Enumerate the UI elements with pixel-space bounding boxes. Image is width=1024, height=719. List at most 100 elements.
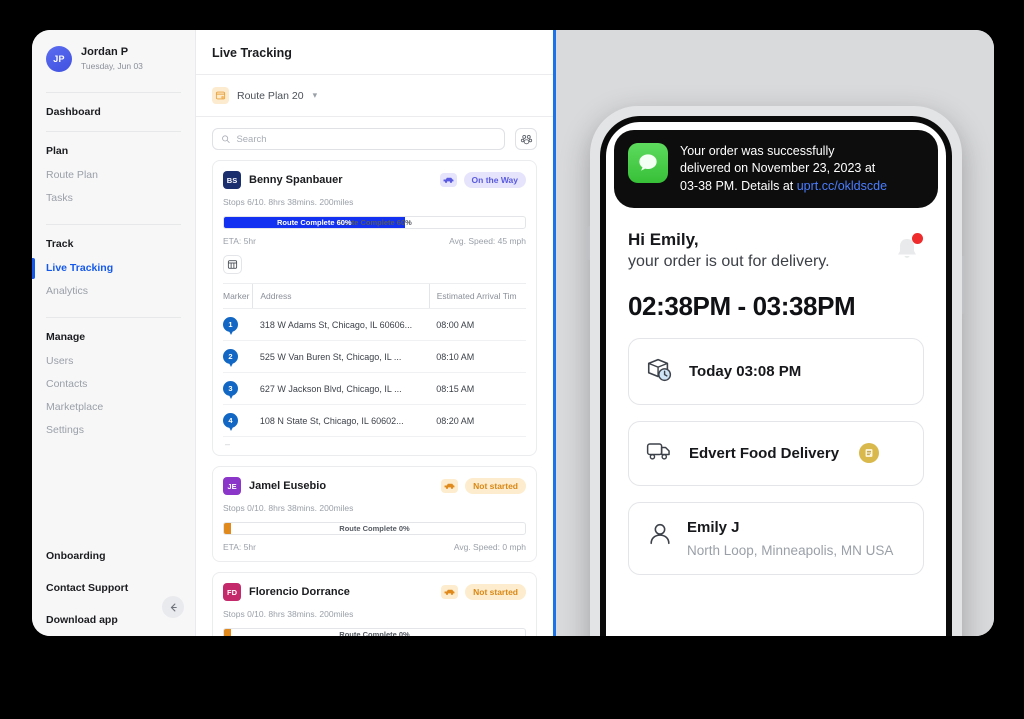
sidebar-item-users[interactable]: Users [46, 350, 181, 373]
receipt-coin-icon [859, 443, 880, 464]
avatar: JP [46, 46, 72, 72]
driver-avatar: BS [223, 171, 241, 189]
table-view-button[interactable] [223, 255, 242, 274]
sidebar-item-dashboard[interactable]: Dashboard [46, 93, 181, 125]
stops-table-header-row: Marker Address Estimated Arrival Tim [223, 283, 526, 309]
sidebar-item-download-app[interactable]: Download app [46, 604, 181, 636]
map-marker-icon: 1 [223, 317, 238, 332]
chevron-down-icon: ▾ [312, 90, 318, 100]
stop-address: 108 N State St, Chicago, IL 60602... [252, 404, 430, 437]
stop-marker-cell: 2 [223, 340, 253, 373]
progress-label: Route Complete 0% [339, 630, 410, 636]
driver-name: Benny Spanbauer [249, 174, 343, 186]
sidebar-item-onboarding[interactable]: Onboarding [46, 540, 181, 572]
table-row[interactable]: 3 627 W Jackson Blvd, Chicago, IL ... 08… [223, 372, 526, 405]
van-icon [439, 173, 457, 187]
route-progress-bar: Route Complete 60% Route Complete 60% [223, 216, 526, 229]
sidebar-bottom-nav: Onboarding Contact Support Download app [32, 540, 195, 636]
stop-eta: 08:00 AM [429, 308, 526, 341]
table-row[interactable]: 2 525 W Van Buren St, Chicago, IL ... 08… [223, 340, 526, 373]
profile-name: Jordan P [81, 46, 129, 59]
delivery-time-card[interactable]: Today 03:08 PM [628, 337, 924, 405]
sidebar-group-title-track: Track [46, 238, 74, 250]
driver-card[interactable]: JE Jamel Eusebio Not started Stops 0/10.… [212, 466, 537, 562]
recipient-card[interactable]: Emily J North Loop, Minneapolis, MN USA [628, 501, 924, 575]
filter-button[interactable] [515, 128, 537, 150]
driver-card-footer: ETA: 5hr Avg. Speed: 0 mph [223, 542, 526, 561]
recipient-address: North Loop, Minneapolis, MN USA [687, 542, 894, 558]
stop-address: 525 W Van Buren St, Chicago, IL ... [252, 340, 430, 373]
sidebar-collapse-button[interactable] [162, 596, 184, 618]
stop-eta: 08:10 AM [429, 340, 526, 373]
driver-card[interactable]: BS Benny Spanbauer On the Way Stops 6/10… [212, 160, 537, 456]
notification-dot [912, 232, 923, 244]
main-panel: Live Tracking Route Plan 20 ▾ Search BS … [196, 30, 556, 636]
phone-bezel: Your order was successfully delivered on… [600, 116, 952, 636]
sidebar-item-live-tracking[interactable]: Live Tracking [32, 257, 181, 280]
driver-card-header: FD Florencio Dorrance Not started [223, 583, 526, 601]
profile-block[interactable]: JP Jordan P Tuesday, Jun 03 [32, 30, 195, 86]
arrow-left-icon [170, 603, 177, 611]
notification-line-3: 03-38 PM. Details at uprt.cc/okldscde [680, 178, 887, 195]
push-notification[interactable]: Your order was successfully delivered on… [614, 130, 938, 208]
stop-eta: 08:15 AM [429, 372, 526, 405]
van-icon [441, 585, 459, 599]
driver-card[interactable]: FD Florencio Dorrance Not started Stops … [212, 572, 537, 636]
stop-marker-cell: 1 [223, 308, 253, 341]
search-input[interactable] [236, 133, 496, 145]
greeting-message: your order is out for delivery. [628, 252, 830, 270]
driver-meta: Stops 0/10. 8hrs 38mins. 200miles [223, 503, 354, 513]
route-plan-selector[interactable]: Route Plan 20 ▾ [196, 75, 553, 117]
table-row[interactable]: 4 108 N State St, Chicago, IL 60602... 0… [223, 404, 526, 437]
sidebar-item-contacts[interactable]: Contacts [46, 373, 181, 396]
sidebar-item-route-plan[interactable]: Route Plan [46, 164, 181, 187]
driver-card-footer: ETA: 5hr Avg. Speed: 45 mph [223, 236, 526, 255]
driver-avatar: JE [223, 477, 241, 495]
notification-link[interactable]: uprt.cc/okldscde [797, 179, 887, 193]
column-header-eta: Estimated Arrival Tim [428, 283, 526, 309]
sidebar-item-contact-support[interactable]: Contact Support [46, 572, 181, 604]
page-title: Live Tracking [212, 46, 292, 60]
column-header-marker: Marker [223, 283, 253, 309]
phone-preview-pane: Your order was successfully delivered on… [556, 30, 994, 636]
progress-label: Route Complete 0% [339, 524, 410, 533]
sidebar-group-title-manage: Manage [46, 331, 86, 343]
map-marker-icon: 3 [223, 381, 238, 396]
greeting-row: Hi Emily, your order is out for delivery… [628, 230, 924, 271]
search-box[interactable] [212, 128, 505, 150]
status-badge: Not started [465, 584, 526, 600]
route-plan-label: Route Plan 20 [237, 89, 304, 102]
sidebar-group-manage: Manage Users Contacts Marketplace Settin… [32, 311, 195, 442]
sidebar-item-settings[interactable]: Settings [46, 419, 181, 442]
notification-text: Your order was successfully delivered on… [680, 143, 887, 195]
stop-address: 318 W Adams St, Chicago, IL 60606... [252, 308, 430, 341]
screenshot-stage: JP Jordan P Tuesday, Jun 03 Dashboard Pl… [0, 0, 1024, 719]
map-marker-icon: 2 [223, 349, 238, 364]
status-badge: On the Way [463, 172, 526, 188]
table-row[interactable]: 1 318 W Adams St, Chicago, IL 60606... 0… [223, 308, 526, 341]
sidebar-item-marketplace[interactable]: Marketplace [46, 396, 181, 419]
driver-list[interactable]: BS Benny Spanbauer On the Way Stops 6/10… [196, 160, 553, 636]
sidebar-group-plan: Plan Route Plan Tasks [32, 125, 195, 210]
sidebar-item-tasks[interactable]: Tasks [46, 187, 181, 210]
stop-marker-cell: 4 [223, 404, 253, 437]
courier-label: Edvert Food Delivery [689, 444, 840, 462]
driver-meta: Stops 6/10. 8hrs 38mins. 200miles [223, 197, 354, 207]
sidebar-group-title-plan: Plan [46, 145, 69, 157]
phone-body: Hi Emily, your order is out for delivery… [606, 208, 946, 575]
profile-date: Tuesday, Jun 03 [81, 61, 143, 72]
phone-mockup: Your order was successfully delivered on… [587, 106, 965, 636]
main-header: Live Tracking [196, 30, 553, 75]
notification-bell[interactable] [890, 232, 924, 267]
delivery-window: 02:38PM - 03:38PM [628, 290, 856, 321]
notification-line-2: delivered on November 23, 2023 at [680, 161, 876, 176]
notification-line-1: Your order was successfully [680, 144, 835, 158]
stops-table: Marker Address Estimated Arrival Tim 1 3… [223, 283, 526, 437]
driver-meta: Stops 0/10. 8hrs 38mins. 200miles [223, 609, 354, 619]
table-view-icon [227, 260, 238, 269]
sidebar-item-analytics[interactable]: Analytics [46, 280, 181, 303]
column-header-address: Address [252, 283, 430, 309]
courier-card[interactable]: Edvert Food Delivery [628, 420, 924, 486]
filter-icon [520, 134, 532, 144]
